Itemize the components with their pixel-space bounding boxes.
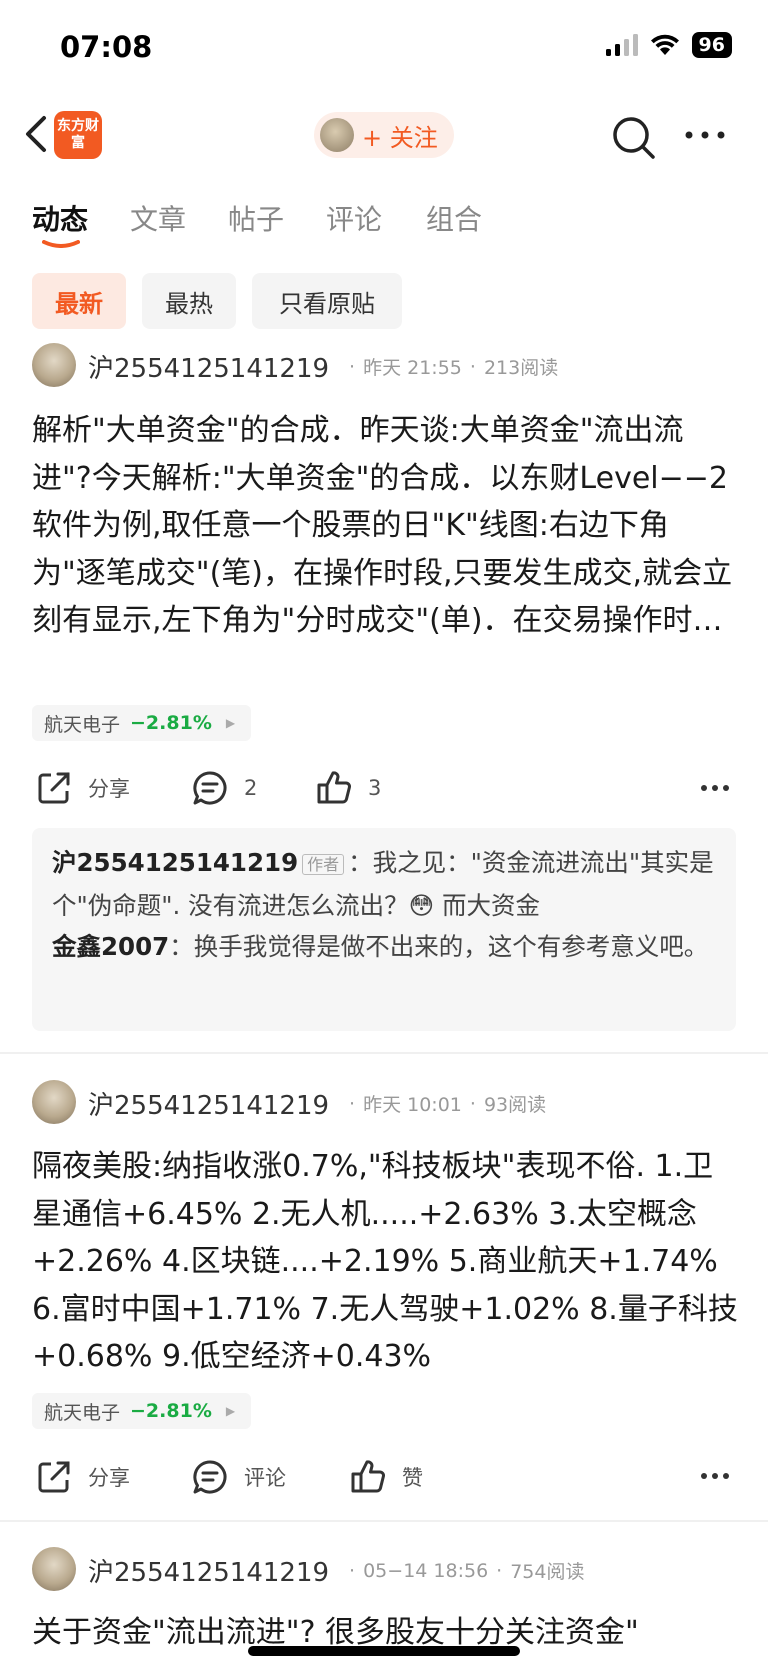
like-label: 赞 <box>402 1466 423 1490</box>
divider <box>0 1052 768 1054</box>
comment-item[interactable]: 沪2554125141219 作者 ：我之见："资金流进流出"其实是个"伪命题". … <box>52 842 716 924</box>
home-indicator <box>248 1646 520 1656</box>
post-meta: 沪2554125141219 · 昨天 10:01 · 93阅读 <box>88 1085 546 1122</box>
comment-item[interactable]: 金鑫2007：换手我觉得是做不出来的，这个有参考意义吧。 <box>52 926 716 967</box>
comment-button[interactable]: 2 <box>192 770 257 806</box>
post-more-icon[interactable] <box>700 1472 730 1480</box>
filter-hot[interactable]: 最热 <box>142 273 236 329</box>
comment-icon <box>193 1460 227 1494</box>
chevron-right-icon: ▶ <box>225 716 236 730</box>
more-options-icon[interactable] <box>683 128 727 142</box>
status-icons: 96 <box>605 32 732 58</box>
stock-change: −2.81% <box>130 712 212 734</box>
stock-name: 航天电子 <box>44 1401 121 1424</box>
stock-change: −2.81% <box>130 1400 212 1422</box>
comment-text: 换手我觉得是做不出来的，这个有参考意义吧。 <box>193 932 709 961</box>
back-arrow-icon[interactable] <box>20 112 56 156</box>
share-icon <box>38 772 70 804</box>
author-badge: 作者 <box>302 853 345 875</box>
share-label: 分享 <box>88 777 130 801</box>
comment-count: 2 <box>244 776 258 800</box>
comment-user[interactable]: 沪2554125141219 <box>52 848 298 877</box>
share-icon <box>38 1461 70 1493</box>
status-time: 07:08 <box>60 30 153 64</box>
share-label: 分享 <box>88 1466 130 1490</box>
stock-tag[interactable]: 航天电子 −2.81% ▶ <box>32 705 252 741</box>
username[interactable]: 沪2554125141219 <box>88 1085 329 1122</box>
post-time: 昨天 21:55 <box>363 357 462 379</box>
stock-name: 航天电子 <box>44 713 121 736</box>
username[interactable]: 沪2554125141219 <box>88 348 329 385</box>
like-button[interactable]: 3 <box>316 770 381 806</box>
comment-icon <box>193 771 227 805</box>
signal-icon <box>605 34 638 56</box>
post-time: 05−14 18:56 <box>363 1559 489 1582</box>
share-button[interactable]: 分享 <box>36 770 130 806</box>
post-body[interactable]: 解析"大单资金"的合成．昨天谈:大单资金"流出流进"?今天解析:"大单资金"的合… <box>32 407 740 645</box>
avatar[interactable] <box>32 1080 76 1124</box>
wifi-icon <box>650 34 679 55</box>
battery-indicator: 96 <box>691 32 732 58</box>
app-logo: 东方财富 <box>54 111 102 159</box>
post-body[interactable]: 隔夜美股:纳指收涨0.7%,"科技板块"表现不俗. 1.卫星通信+6.45% 2… <box>32 1143 740 1383</box>
thumbs-up-icon <box>317 771 351 804</box>
post-meta: 沪2554125141219 · 昨天 21:55 · 213阅读 <box>88 348 558 385</box>
stock-tag[interactable]: 航天电子 −2.81% ▶ <box>32 1393 252 1429</box>
avatar <box>320 118 354 152</box>
tab-dynamic[interactable]: 动态 <box>32 198 88 238</box>
comment-button[interactable]: 评论 <box>192 1459 286 1495</box>
read-count: 213阅读 <box>483 357 559 379</box>
follow-button[interactable]: + 关注 <box>314 112 454 158</box>
comment-preview[interactable]: 沪2554125141219 作者 ：我之见："资金流进流出"其实是个"伪命题". … <box>32 828 736 1031</box>
tab-articles[interactable]: 文章 <box>130 198 186 238</box>
read-count: 93阅读 <box>483 1094 547 1116</box>
post-time: 昨天 10:01 <box>363 1094 462 1116</box>
post-more-icon[interactable] <box>700 784 730 792</box>
tab-comments[interactable]: 评论 <box>326 198 382 238</box>
active-tab-indicator <box>42 240 80 248</box>
comment-user[interactable]: 金鑫2007 <box>52 932 169 961</box>
filter-original-only[interactable]: 只看原贴 <box>252 273 402 329</box>
divider <box>0 1520 768 1522</box>
read-count: 754阅读 <box>510 1561 585 1583</box>
like-button[interactable]: 赞 <box>350 1459 423 1495</box>
comment-label: 评论 <box>244 1466 286 1490</box>
follow-label: + 关注 <box>362 123 438 152</box>
search-icon[interactable] <box>610 114 658 162</box>
post-meta: 沪2554125141219 · 05−14 18:56 · 754阅读 <box>88 1552 584 1589</box>
tab-posts[interactable]: 帖子 <box>228 198 284 238</box>
username[interactable]: 沪2554125141219 <box>88 1552 329 1589</box>
share-button[interactable]: 分享 <box>36 1459 130 1495</box>
chevron-right-icon: ▶ <box>225 1404 236 1418</box>
like-count: 3 <box>368 776 382 800</box>
filter-latest[interactable]: 最新 <box>32 273 126 329</box>
thumbs-up-icon <box>351 1460 385 1493</box>
avatar[interactable] <box>32 1547 76 1591</box>
tab-portfolio[interactable]: 组合 <box>426 198 482 238</box>
avatar[interactable] <box>32 343 76 387</box>
